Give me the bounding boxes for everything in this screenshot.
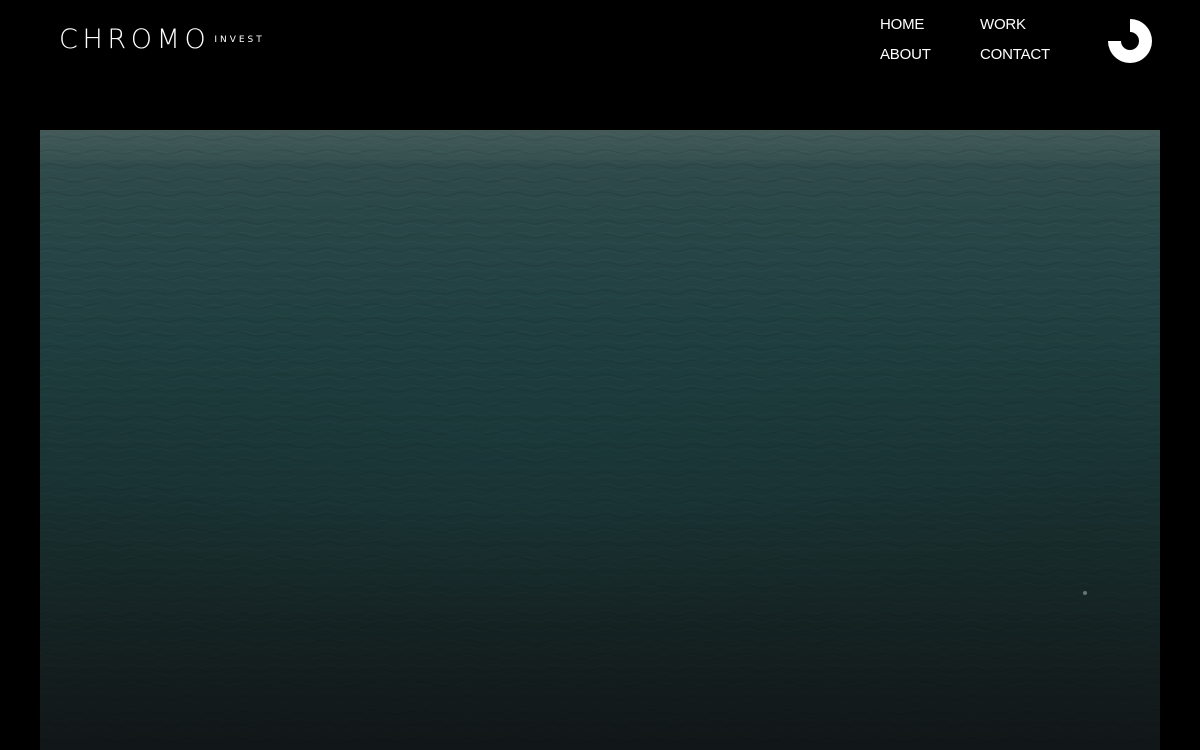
brand-name: CHROMO [59,24,211,55]
site-header: CHROMO INVEST HOME WORK ABOUT CONTACT [0,0,1200,130]
brand-suffix: INVEST [214,35,265,45]
ocean-surface-image [40,130,1160,750]
nav-about-link[interactable]: ABOUT [880,46,980,76]
nav-home-link[interactable]: HOME [880,16,980,46]
nav-contact-link[interactable]: CONTACT [980,46,1080,76]
main-nav: HOME WORK ABOUT CONTACT [880,16,1080,76]
nav-work-link[interactable]: WORK [980,16,1080,46]
hero-video[interactable] [40,130,1160,750]
brand-logo[interactable]: CHROMO INVEST [59,26,265,53]
page: CHROMO INVEST HOME WORK ABOUT CONTACT [0,0,1200,750]
chromo-c-logo-icon[interactable] [1106,17,1154,65]
